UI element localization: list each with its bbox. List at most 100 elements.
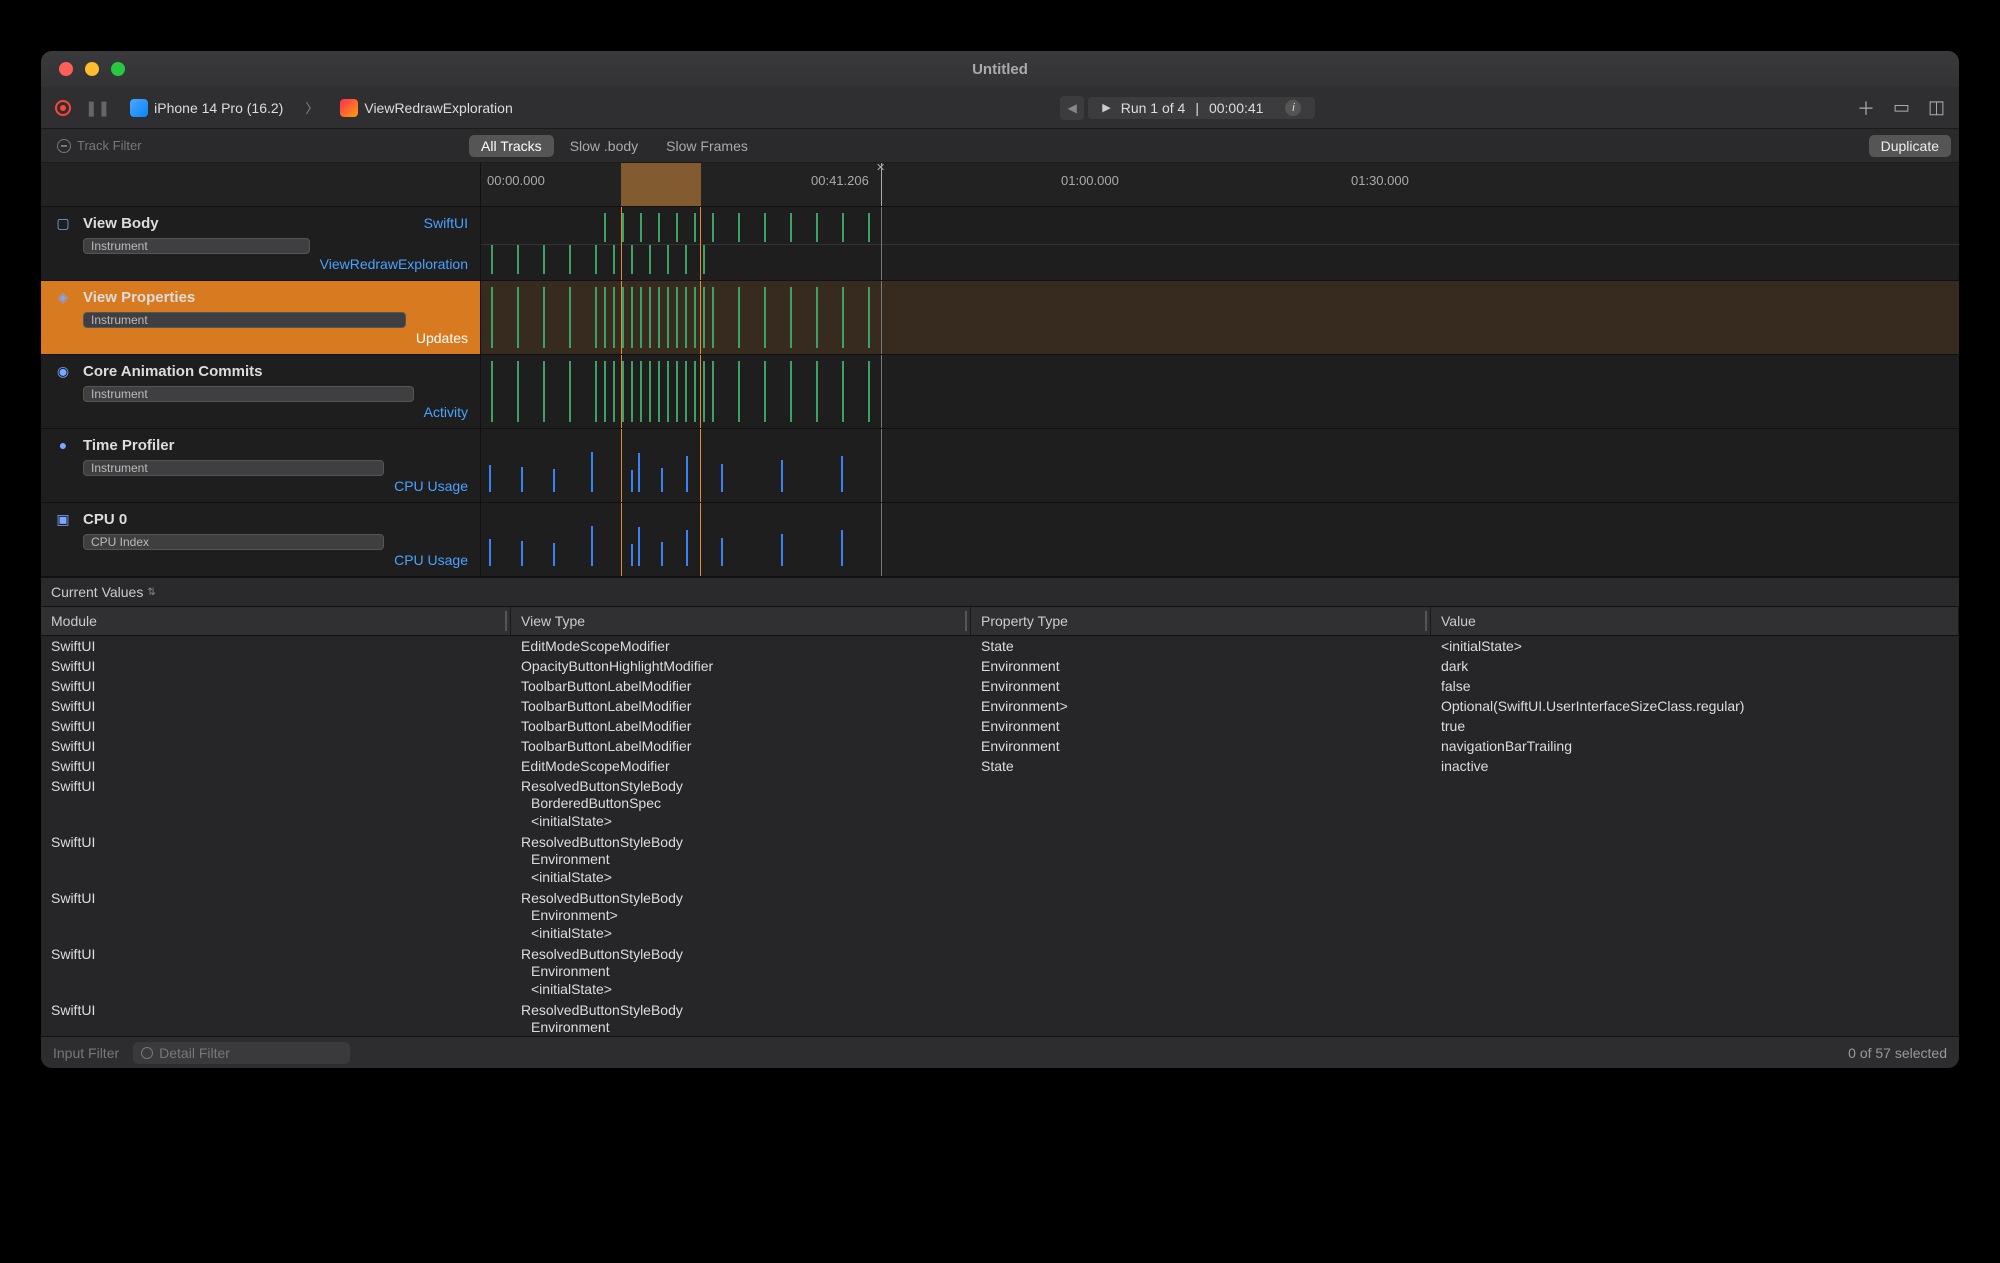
filter-icon [57, 139, 71, 153]
selection-status: 0 of 57 selected [1848, 1045, 1947, 1061]
col-proptype[interactable]: Property Type [971, 607, 1431, 635]
filter-icon [141, 1047, 153, 1059]
cell-viewtype: ToolbarButtonLabelModifier [511, 717, 971, 735]
track-row[interactable]: ◉Core Animation CommitsInstrumentActivit… [41, 355, 1959, 429]
track-name: Core Animation Commits [83, 363, 414, 380]
track-sub2[interactable]: Activity [424, 404, 468, 420]
track-name: View Properties [83, 289, 406, 306]
track-canvas[interactable] [481, 429, 1959, 502]
track-row[interactable]: ▣CPU 0CPU IndexCPU Usage [41, 503, 1959, 577]
cell-value: dark [1431, 657, 1959, 675]
run-label: Run 1 of 4 [1121, 100, 1186, 116]
cell-module: SwiftUI [41, 757, 511, 775]
cell-viewtype: ResolvedButtonStyleBodyEnvironment<initi… [511, 1001, 971, 1036]
titlebar: Untitled [41, 51, 1959, 87]
cell-module: SwiftUI [41, 777, 511, 831]
cell-proptype: Environment [521, 1018, 971, 1036]
table-row[interactable]: SwiftUIResolvedButtonStyleBodyEnvironmen… [41, 1000, 1959, 1036]
table-row[interactable]: SwiftUIResolvedButtonStyleBodyBorderedBu… [41, 776, 1959, 832]
cell-value: <initialState> [521, 980, 961, 998]
playhead[interactable] [881, 163, 882, 206]
pause-button[interactable]: ❚❚ [85, 99, 110, 117]
track-filter-placeholder: Track Filter [77, 138, 142, 153]
table-row[interactable]: SwiftUIEditModeScopeModifierState<initia… [41, 636, 1959, 656]
track-canvas[interactable] [481, 503, 1959, 576]
track-icon: ◈ [53, 289, 73, 346]
timeline-ruler[interactable]: 00:00.000 00:41.206 01:00.000 01:30.000 [41, 163, 1959, 207]
info-icon[interactable]: i [1285, 100, 1301, 116]
app-window: Untitled ❚❚ iPhone 14 Pro (16.2) 〉 ViewR… [40, 50, 1960, 1069]
run-selector: ◀ ▶ Run 1 of 4 | 00:00:41 i [1060, 96, 1315, 120]
table-row[interactable]: SwiftUIToolbarButtonLabelModifierEnviron… [41, 696, 1959, 716]
cell-value: inactive [1431, 757, 1959, 775]
cell-proptype: State [971, 757, 1431, 775]
table-body[interactable]: SwiftUIEditModeScopeModifierState<initia… [41, 636, 1959, 1036]
table-row[interactable]: SwiftUIToolbarButtonLabelModifierEnviron… [41, 716, 1959, 736]
cell-module: SwiftUI [41, 717, 511, 735]
track-tabs: All Tracks Slow .body Slow Frames [469, 135, 760, 157]
cell-proptype: Environment [971, 657, 1431, 675]
track-sub2[interactable]: Updates [416, 330, 468, 346]
cell-module: SwiftUI [41, 889, 511, 943]
track-canvas[interactable] [481, 207, 1959, 280]
sidebar-toggle-icon[interactable]: ◫ [1928, 97, 1945, 118]
cell-value: true [1431, 717, 1959, 735]
col-value[interactable]: Value [1431, 607, 1959, 635]
col-module[interactable]: Module [41, 607, 511, 635]
prev-run-button[interactable]: ◀ [1060, 96, 1084, 120]
device-chip[interactable]: iPhone 14 Pro (16.2) [124, 97, 289, 119]
cell-module: SwiftUI [41, 637, 511, 655]
run-pill[interactable]: ▶ Run 1 of 4 | 00:00:41 i [1088, 97, 1315, 119]
app-chip[interactable]: ViewRedrawExploration [334, 97, 518, 119]
cell-viewtype: OpacityButtonHighlightModifier [511, 657, 971, 675]
table-header: Module View Type Property Type Value [41, 607, 1959, 636]
selection-region[interactable] [621, 163, 701, 206]
detail-filter[interactable]: Detail Filter [133, 1042, 350, 1064]
detail-filter-label: Detail Filter [159, 1045, 230, 1061]
tab-slow-frames[interactable]: Slow Frames [654, 135, 760, 157]
col-viewtype[interactable]: View Type [511, 607, 971, 635]
table-row[interactable]: SwiftUIResolvedButtonStyleBodyEnvironmen… [41, 832, 1959, 888]
record-button[interactable] [55, 100, 71, 116]
cell-viewtype: ToolbarButtonLabelModifier [511, 677, 971, 695]
track-row[interactable]: ▢View BodyInstrumentSwiftUIViewRedrawExp… [41, 207, 1959, 281]
tab-all-tracks[interactable]: All Tracks [469, 135, 554, 157]
track-icon: ▣ [53, 511, 73, 568]
track-row[interactable]: ◈View PropertiesInstrumentUpdates [41, 281, 1959, 355]
track-filter-input[interactable]: Track Filter [49, 135, 459, 156]
table-row[interactable]: SwiftUIResolvedButtonStyleBodyEnvironmen… [41, 944, 1959, 1000]
tab-slow-body[interactable]: Slow .body [558, 135, 650, 157]
detail-dropdown[interactable]: Current Values ⇅ [41, 577, 1959, 607]
table-row[interactable]: SwiftUIEditModeScopeModifierStateinactiv… [41, 756, 1959, 776]
cell-viewtype: ResolvedButtonStyleBodyEnvironment<initi… [511, 833, 971, 887]
cell-module: SwiftUI [41, 945, 511, 999]
track-sub2[interactable]: ViewRedrawExploration [320, 256, 468, 272]
table-row[interactable]: SwiftUIToolbarButtonLabelModifierEnviron… [41, 676, 1959, 696]
footer: Input Filter Detail Filter 0 of 57 selec… [41, 1036, 1959, 1068]
table-row[interactable]: SwiftUIToolbarButtonLabelModifierEnviron… [41, 736, 1959, 756]
track-canvas[interactable] [481, 281, 1959, 354]
track-icon: ◉ [53, 363, 73, 420]
track-canvas[interactable] [481, 355, 1959, 428]
add-button[interactable]: ＋ [1857, 95, 1875, 121]
table-row[interactable]: SwiftUIResolvedButtonStyleBodyEnvironmen… [41, 888, 1959, 944]
cell-proptype: Environment [971, 677, 1431, 695]
cell-viewtype: ResolvedButtonStyleBodyBorderedButtonSpe… [511, 777, 971, 831]
display-icon[interactable]: ▭ [1893, 97, 1910, 118]
run-time: 00:00:41 [1209, 100, 1264, 116]
chevron-right-icon: 〉 [303, 98, 320, 117]
cell-viewtype: ToolbarButtonLabelModifier [511, 737, 971, 755]
tracks-area: ▢View BodyInstrumentSwiftUIViewRedrawExp… [41, 207, 1959, 577]
run-sep: | [1195, 100, 1199, 116]
track-icon: ▢ [53, 215, 73, 272]
track-row[interactable]: ●Time ProfilerInstrumentCPU Usage [41, 429, 1959, 503]
track-sub2[interactable]: CPU Usage [394, 552, 468, 568]
input-filter[interactable]: Input Filter [53, 1045, 119, 1061]
track-sub1[interactable]: SwiftUI [424, 215, 468, 231]
duplicate-button[interactable]: Duplicate [1869, 135, 1951, 157]
table-row[interactable]: SwiftUIOpacityButtonHighlightModifierEnv… [41, 656, 1959, 676]
track-sub2[interactable]: CPU Usage [394, 478, 468, 494]
app-icon [340, 99, 358, 117]
play-icon: ▶ [1102, 101, 1110, 114]
cell-value: Optional(SwiftUI.UserInterfaceSizeClass.… [1431, 697, 1959, 715]
